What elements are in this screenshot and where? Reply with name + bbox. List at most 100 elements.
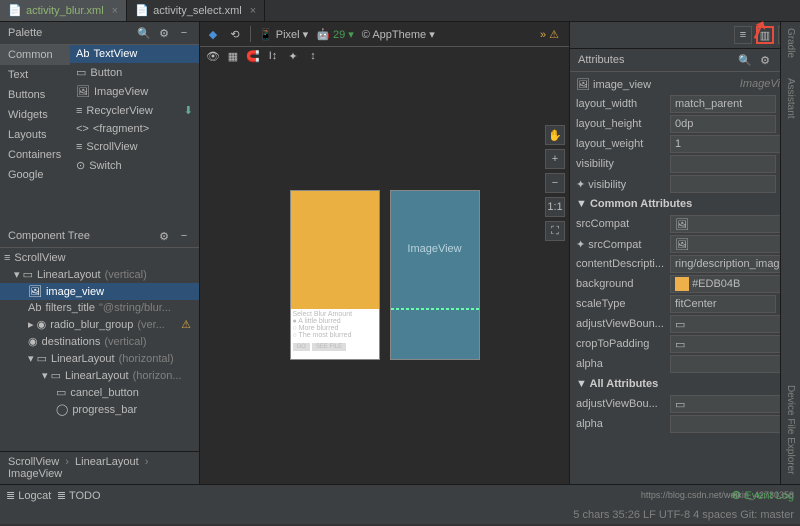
tab-assistant[interactable]: Assistant (785, 78, 796, 119)
tab-activity-select[interactable]: 📄 activity_select.xml × (127, 0, 265, 21)
xml-icon: 📄 (135, 4, 149, 18)
hide-icon[interactable]: − (177, 26, 191, 40)
crumb-linearlayout[interactable]: LinearLayout (75, 456, 139, 468)
download-icon[interactable]: ⬇ (184, 104, 193, 117)
mode-code[interactable]: ≡ (734, 26, 752, 44)
cat-layouts[interactable]: Layouts (0, 125, 70, 145)
crumb-imageview[interactable]: ImageView (8, 468, 62, 480)
tree-image-view[interactable]: 🖼image_view (0, 283, 199, 300)
palette-title: Palette (8, 27, 42, 39)
tree-linearlayout-h2[interactable]: ▾ ▭LinearLayout (horizon... (0, 367, 199, 384)
tree-progress-bar[interactable]: ◯progress_bar (0, 401, 199, 418)
tab-activity-blur[interactable]: 📄 activity_blur.xml × (0, 0, 127, 21)
val-alpha2[interactable] (670, 415, 794, 433)
item-imageview[interactable]: 🖼ImageView (70, 82, 199, 101)
val-adjustvb2[interactable]: ▭ (670, 395, 794, 413)
cat-containers[interactable]: Containers (0, 145, 70, 165)
theme-picker[interactable]: © AppTheme ▾ (362, 28, 435, 41)
item-fragment[interactable]: <><fragment> (70, 120, 199, 138)
tree-linearlayout[interactable]: ▾ ▭LinearLayout (vertical) (0, 266, 199, 283)
close-icon[interactable]: × (250, 5, 256, 17)
hide-icon[interactable]: − (177, 229, 191, 243)
item-textview[interactable]: AbTextView (70, 45, 199, 63)
lbl-crop: cropToPadding (576, 338, 666, 350)
component-tree: ≡ScrollView ▾ ▭LinearLayout (vertical) 🖼… (0, 248, 199, 451)
orientation-icon[interactable]: ⟲ (228, 27, 242, 41)
baseline-icon[interactable]: ↕ (306, 49, 320, 63)
val-fsrccompat[interactable]: 🖼 (670, 235, 794, 253)
tree-linearlayout-h[interactable]: ▾ ▭LinearLayout (horizontal) (0, 350, 199, 367)
item-button[interactable]: ▭Button (70, 63, 199, 82)
section-all[interactable]: All Attributes (576, 375, 794, 393)
tree-destinations[interactable]: ◉destinations (vertical) (0, 333, 199, 350)
cat-common[interactable]: Common (0, 45, 70, 65)
item-recyclerview[interactable]: ≡RecyclerView⬇ (70, 101, 199, 120)
crumb-scrollview[interactable]: ScrollView (8, 456, 59, 468)
magnet-icon[interactable]: 🧲 (246, 49, 260, 63)
val-srccompat[interactable]: 🖼 (670, 215, 794, 233)
right-column: ≡ ▥ ▧ Attributes 🔍 ⚙ − 🖼 image_view Imag… (570, 22, 800, 484)
tab-logcat[interactable]: ≣ Logcat (6, 489, 51, 502)
tree-cancel-button[interactable]: ▭cancel_button (0, 384, 199, 401)
gear-icon[interactable]: ⚙ (157, 26, 171, 40)
search-icon[interactable]: 🔍 (738, 53, 752, 67)
tab-gradle[interactable]: Gradle (785, 28, 796, 58)
val-fvisibility[interactable] (670, 175, 776, 193)
tools-icon[interactable]: I↕ (266, 49, 280, 63)
search-icon[interactable]: 🔍 (137, 26, 151, 40)
cat-google[interactable]: Google (0, 165, 70, 185)
val-scaletype[interactable]: fitCenter (670, 295, 776, 313)
val-layout-width[interactable]: match_parent (670, 95, 776, 113)
tab-todo[interactable]: ≣ TODO (57, 489, 101, 502)
val-background[interactable]: #EDB04B (670, 275, 794, 293)
device-picker[interactable]: 📱 Pixel ▾ (259, 28, 308, 41)
section-common[interactable]: Common Attributes (576, 195, 794, 213)
zoom-fit[interactable]: 1:1 (545, 197, 565, 217)
val-alpha[interactable] (670, 355, 794, 373)
cat-widgets[interactable]: Widgets (0, 105, 70, 125)
canvas[interactable]: Select Blur Amount● A little blurred○ Mo… (200, 65, 569, 484)
blueprint-device[interactable]: ImageView (390, 190, 480, 360)
attributes-title: Attributes (578, 54, 624, 66)
tab-device-explorer[interactable]: Device File Explorer (785, 385, 796, 474)
tree-title: Component Tree (8, 230, 90, 242)
grid-icon[interactable]: ▦ (226, 49, 240, 63)
zoom-full[interactable]: ⛶ (545, 221, 565, 241)
preview-device[interactable]: Select Blur Amount● A little blurred○ Mo… (290, 190, 380, 360)
val-crop[interactable]: ▭ (670, 335, 794, 353)
palette-categories: Common Text Buttons Widgets Layouts Cont… (0, 45, 70, 225)
zoom-out[interactable]: − (545, 173, 565, 193)
palette-body: Common Text Buttons Widgets Layouts Cont… (0, 45, 199, 225)
val-layout-height[interactable]: 0dp (670, 115, 776, 133)
gear-icon[interactable]: ⚙ (758, 53, 772, 67)
pan-tool[interactable]: ✋ (545, 125, 565, 145)
status-info: 5 chars 35:26 LF UTF-8 4 spaces Git: mas… (0, 506, 800, 524)
view-mode-bar: ≡ ▥ ▧ (570, 22, 800, 49)
val-layout-weight[interactable]: 1 (670, 135, 794, 153)
eye-icon[interactable]: 👁 (206, 49, 220, 63)
cat-text[interactable]: Text (0, 65, 70, 85)
item-switch[interactable]: ⊙Switch (70, 156, 199, 175)
warning-icon: ⚠ (181, 318, 191, 331)
tree-radio-blur-group[interactable]: ▸ ◉radio_blur_group (ver...⚠ (0, 316, 199, 333)
item-scrollview[interactable]: ≡ScrollView (70, 138, 199, 156)
blueprint-imageview: ImageView (391, 191, 479, 309)
mode-split[interactable]: ▥ (756, 26, 774, 44)
api-picker[interactable]: 🤖 29 ▾ (316, 28, 354, 41)
val-adjustvb[interactable]: ▭ (670, 315, 794, 333)
gear-icon[interactable]: ⚙ (157, 229, 171, 243)
lbl-adjustvb2: adjustViewBou... (576, 398, 666, 410)
cat-buttons[interactable]: Buttons (0, 85, 70, 105)
val-contentdesc[interactable]: ring/description_image (670, 255, 794, 273)
canvas-tools: ✋ + − 1:1 ⛶ (545, 125, 565, 241)
lbl-scaletype: scaleType (576, 298, 666, 310)
tree-scrollview[interactable]: ≡ScrollView (0, 250, 199, 266)
zoom-in[interactable]: + (545, 149, 565, 169)
color-swatch (675, 277, 689, 291)
warnings-icon[interactable]: » ⚠ (540, 28, 559, 41)
val-visibility[interactable] (670, 155, 776, 173)
surface-icon[interactable]: ◆ (206, 27, 220, 41)
close-icon[interactable]: × (112, 5, 118, 17)
guideline-icon[interactable]: ✦ (286, 49, 300, 63)
tree-filters-title[interactable]: Abfilters_title "@string/blur... (0, 300, 199, 316)
